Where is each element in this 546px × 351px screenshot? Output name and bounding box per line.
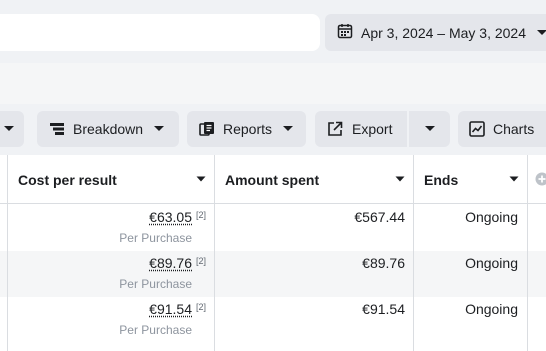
- sort-caret-icon: [509, 176, 519, 183]
- reports-icon: [199, 121, 215, 137]
- cost-per-result-value[interactable]: €91.54: [149, 301, 192, 317]
- footnote-marker[interactable]: [2]: [196, 210, 206, 220]
- table-header: Cost per result Amount spent Ends: [0, 155, 546, 204]
- result-type-label: Per Purchase: [119, 277, 192, 291]
- chevron-down-icon: [424, 125, 436, 133]
- cost-per-result-value[interactable]: €89.76: [149, 255, 192, 271]
- column-divider: [214, 155, 215, 351]
- breakdown-label: Breakdown: [73, 121, 144, 137]
- chevron-down-icon: [282, 125, 294, 133]
- ends-value: Ongoing: [465, 255, 518, 271]
- footnote-marker[interactable]: [2]: [196, 302, 206, 312]
- export-dropdown-button[interactable]: [409, 111, 450, 147]
- cost-per-result-value[interactable]: €63.05: [149, 209, 192, 225]
- footnote-marker[interactable]: [2]: [196, 256, 206, 266]
- ends-value: Ongoing: [465, 209, 518, 225]
- chevron-down-icon: [536, 29, 546, 37]
- reports-button[interactable]: Reports: [187, 111, 306, 147]
- calendar-icon: [337, 23, 361, 42]
- column-divider: [413, 155, 414, 351]
- column-divider: [527, 155, 528, 351]
- amount-spent-value: €89.76: [362, 255, 405, 271]
- column-header-ends[interactable]: Ends: [424, 155, 527, 204]
- ends-value: Ongoing: [465, 301, 518, 317]
- amount-spent-value: €567.44: [354, 209, 405, 225]
- amount-spent-value: €91.54: [362, 301, 405, 317]
- sort-caret-icon: [395, 176, 405, 183]
- export-label: Export: [352, 121, 393, 137]
- date-range-label: Apr 3, 2024 – May 3, 2024: [361, 24, 526, 41]
- column-divider: [7, 155, 8, 351]
- filter-bar: [0, 63, 546, 104]
- chevron-down-icon: [153, 125, 165, 133]
- export-button[interactable]: Export: [315, 111, 407, 147]
- charts-label: Charts: [493, 121, 535, 137]
- column-header-amount-spent[interactable]: Amount spent: [225, 155, 413, 204]
- export-icon: [327, 121, 343, 137]
- breakdown-icon: [50, 122, 64, 136]
- ads-table: Cost per result Amount spent Ends €63.05…: [0, 155, 546, 351]
- chevron-down-icon: [3, 125, 15, 133]
- breakdown-button[interactable]: Breakdown: [37, 111, 179, 147]
- add-column-icon[interactable]: [535, 172, 546, 191]
- more-dropdown-button[interactable]: [0, 111, 24, 147]
- column-header-cost-per-result[interactable]: Cost per result: [18, 155, 214, 204]
- result-type-label: Per Purchase: [119, 231, 192, 245]
- reports-label: Reports: [223, 121, 273, 137]
- chart-icon: [469, 121, 485, 137]
- sort-caret-icon: [196, 176, 206, 183]
- result-type-label: Per Purchase: [119, 323, 192, 337]
- date-range-button[interactable]: Apr 3, 2024 – May 3, 2024: [325, 14, 546, 51]
- charts-button[interactable]: Charts: [458, 111, 546, 147]
- search-input[interactable]: [0, 14, 320, 51]
